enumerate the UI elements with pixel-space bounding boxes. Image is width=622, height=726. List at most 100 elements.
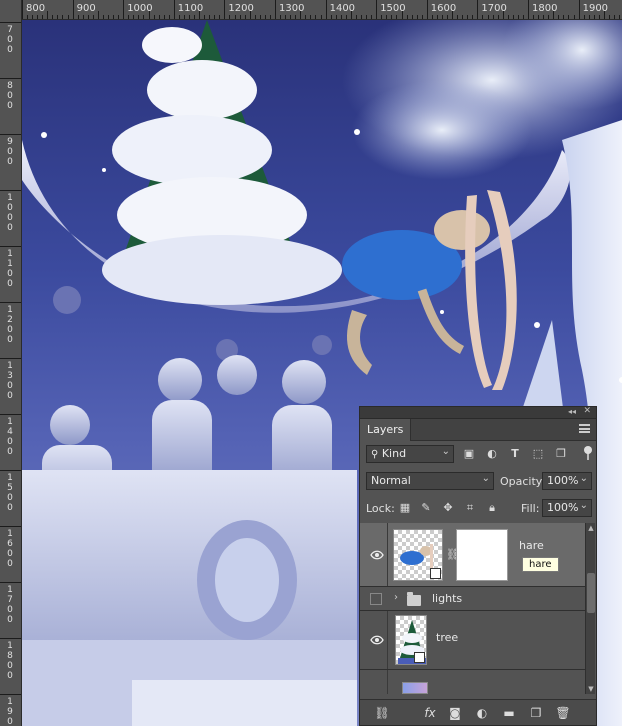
layer-mask-thumbnail[interactable] [456,529,508,581]
tab-layers[interactable]: Layers [360,419,412,441]
trash-icon[interactable]: 🗑︎ [555,705,571,721]
left-ruler[interactable]: 700 800 900 1000 1100 1200 1300 1400 1500 1600 170… [0,20,22,726]
ruler-minor-tick [153,15,155,19]
ruler-tick: 1100 [0,246,21,289]
ruler-minor-tick [148,11,150,19]
ruler-minor-tick [249,11,251,19]
ruler-tick: 1000 [0,190,21,233]
lock-transparent-pixels-icon[interactable]: ▦ [398,501,412,515]
fx-icon[interactable]: fx [422,705,438,721]
scroll-down-icon[interactable]: ▼ [586,684,596,694]
ruler-tick-label: 1700 [7,585,13,625]
ruler-minor-tick [290,15,292,19]
lock-position-icon[interactable]: ✥ [441,501,455,515]
ruler-minor-tick [573,15,575,19]
ruler-minor-tick [517,15,519,19]
ruler-minor-tick [295,15,297,19]
new-layer-icon[interactable]: ❐ [528,705,544,721]
layer-name[interactable]: tree [436,631,458,644]
chevron-right-icon[interactable]: › [394,592,398,603]
ruler-minor-tick [447,15,449,19]
ruler-minor-tick [183,15,185,19]
ruler-tick-label: 1100 [7,249,13,289]
ruler-minor-tick [568,15,570,19]
ruler-minor-tick [219,15,221,19]
filter-kind-dropdown[interactable]: ⚲ Kind ⌄ [366,445,454,463]
ruler-tick: 1300 [275,0,304,19]
gradient-layer-thumbnail[interactable] [402,682,428,694]
visibility-toggle[interactable] [366,611,388,669]
ruler-tick-label: 1400 [7,417,13,457]
ruler-minor-tick [168,15,170,19]
ruler-minor-tick [239,15,241,19]
ruler-minor-tick [62,15,64,19]
collapse-panel-icon[interactable]: ◂◂ [568,407,576,416]
add-mask-icon[interactable]: ◙ [447,705,463,721]
panel-menu-icon[interactable] [579,424,590,433]
lock-image-pixels-icon[interactable]: ✎ [419,501,433,515]
layer-thumbnail[interactable] [395,615,427,665]
layer-row-lights[interactable]: › lights [360,587,585,611]
filter-toggle-icon[interactable] [584,446,592,460]
ruler-minor-tick [497,15,499,19]
adjustment-filter-icon[interactable]: ◐ [484,446,500,462]
visibility-toggle[interactable] [366,523,388,586]
ruler-minor-tick [92,15,94,19]
ruler-minor-tick [548,15,550,19]
ruler-minor-tick [305,15,307,19]
lock-artboard-icon[interactable]: ⌗ [463,501,477,515]
ruler-minor-tick [315,15,317,19]
ruler-minor-tick [244,15,246,19]
visibility-toggle[interactable] [370,593,382,605]
ruler-minor-tick [335,15,337,19]
ruler-minor-tick [214,15,216,19]
opacity-field[interactable]: 100% ⌄ [542,472,592,490]
layer-row-hare[interactable]: ⛓ hare hare [360,523,585,587]
ruler-tick: 1400 [325,0,355,19]
layer-name[interactable]: lights [432,592,462,605]
blend-mode-dropdown[interactable]: Normal ⌄ [366,472,494,490]
ruler-corner [0,0,22,20]
layer-row-tree[interactable]: tree [360,611,585,670]
scroll-thumb[interactable] [587,573,595,613]
ruler-minor-tick [401,11,403,19]
layer-name[interactable]: hare [519,539,544,552]
ruler-minor-tick [482,15,484,19]
pixel-filter-icon[interactable]: ▣ [461,446,477,462]
ruler-tick-label: 1200 [7,305,13,345]
ruler-minor-tick [441,15,443,19]
panel-tab-bar: Layers [360,419,596,441]
shape-filter-icon[interactable]: ⬚ [530,446,546,462]
ruler-minor-tick [421,15,423,19]
scroll-up-icon[interactable]: ▲ [586,523,596,533]
ruler-minor-tick [254,15,256,19]
ruler-minor-tick [143,15,145,19]
ruler-tick: 1200 [224,0,254,19]
layers-scrollbar[interactable]: ▲ ▼ [585,523,595,694]
lock-label: Lock: [366,502,395,515]
new-group-icon[interactable]: ▬ [501,705,517,721]
ruler-tick-label: 1800 [7,641,13,681]
filter-row: ⚲ Kind ⌄ ▣ ◐ T ⬚ ❐ [360,441,596,468]
mask-link-icon[interactable]: ⛓ [446,547,460,563]
ruler-minor-tick [320,15,322,19]
sleeping-hare [342,190,517,390]
ruler-minor-tick [391,15,393,19]
fill-field[interactable]: 100% ⌄ [542,499,592,517]
close-panel-icon[interactable]: ✕ [583,406,591,416]
ruler-minor-tick [158,15,160,19]
ruler-minor-tick [502,11,504,19]
top-ruler[interactable]: 800 900 1000 1100 1200 1300 1400 1500 1600 1700 18… [0,0,622,20]
adjustment-icon[interactable]: ◐ [474,705,490,721]
eye-icon [370,550,384,559]
ruler-minor-tick [452,11,454,19]
lock-all-icon[interactable]: 🔒︎ [485,501,499,515]
ruler-tick: 1500 [0,470,21,513]
type-filter-icon[interactable]: T [507,446,523,462]
ruler-minor-tick [457,15,459,19]
layer-row-partial[interactable] [360,670,585,694]
ruler-minor-tick [77,15,79,19]
smart-object-filter-icon[interactable]: ❐ [553,446,569,462]
layer-thumbnail[interactable] [393,529,443,581]
link-icon[interactable]: ⛓ [374,705,390,721]
